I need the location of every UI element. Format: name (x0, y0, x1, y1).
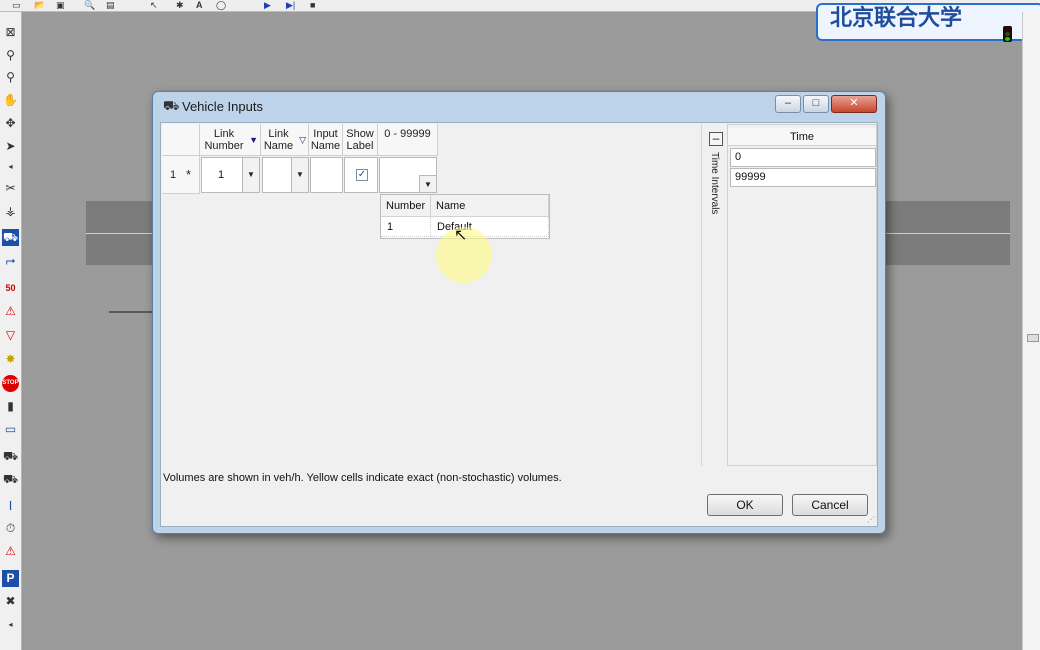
filter-icon[interactable]: ▽ (299, 134, 306, 146)
zoom-query-icon[interactable]: ⚲ (2, 69, 19, 86)
signal-head-icon[interactable]: ▮ (2, 398, 19, 415)
travel-time-icon[interactable]: Ⅰ (2, 498, 19, 515)
detector-icon[interactable]: ▭ (2, 421, 19, 438)
col-link-name[interactable]: Link Name ▽ (261, 124, 309, 156)
mouse-cursor-icon: ↖ (454, 227, 468, 244)
collapse-button[interactable]: – (709, 132, 723, 146)
time-value-end[interactable]: 99999 (730, 168, 876, 187)
time-intervals-label: Time Intervals (709, 152, 720, 215)
show-label-checkbox[interactable]: ✓ (356, 169, 368, 181)
node-icon[interactable]: ⚠ (2, 543, 19, 560)
right-scrollbar[interactable] (1022, 12, 1040, 650)
close-button[interactable]: ✕ (831, 95, 877, 113)
chevron-down-icon[interactable]: ▼ (419, 175, 436, 192)
link-tool-icon[interactable]: ✂ (2, 180, 19, 197)
col-input-name[interactable]: Input Name (309, 124, 343, 156)
maximize-button[interactable]: □ (803, 95, 829, 113)
resize-grip-icon[interactable]: ⋰ (867, 515, 875, 524)
open-icon[interactable]: 📂 (34, 0, 45, 10)
dialog-client: Link Number ▼ Link Name ▽ Input Name Sho… (160, 122, 878, 527)
settings-tool-icon[interactable]: ✱ (176, 0, 184, 10)
print-preview-icon[interactable]: 🔍 (84, 0, 95, 10)
status-text: Volumes are shown in veh/h. Yellow cells… (163, 472, 562, 484)
play-icon[interactable]: ▶ (264, 0, 271, 10)
rotate-icon[interactable]: ◯ (216, 0, 226, 10)
col-link-number[interactable]: Link Number ▼ (200, 124, 261, 156)
transit-line-icon[interactable]: ⛟ (2, 471, 19, 488)
time-value-start[interactable]: 0 (730, 148, 876, 167)
minimize-button[interactable]: – (775, 95, 801, 113)
time-intervals-panel: Time 0 99999 (727, 124, 877, 466)
col-show-label[interactable]: Show Label (343, 124, 378, 156)
links-icon[interactable]: ➤ (2, 138, 19, 155)
chevron-down-icon[interactable]: ▼ (291, 158, 308, 192)
yield-icon[interactable]: ▽ (2, 327, 19, 344)
time-header: Time (728, 128, 876, 146)
left-toolbar: ⊠ ⚲ ⚲ ✋ ✥ ➤ ◂ ✂ ⚶ ⛟ ⮣ 50 ⚠ ▽ ✸ STOP ▮ ▭ … (0, 12, 22, 650)
arrow-small-icon[interactable]: ◂ (2, 158, 19, 175)
rotate3d-icon[interactable]: ✥ (2, 115, 19, 132)
popup-header-number: Number (381, 195, 431, 217)
connector-icon[interactable]: ⚶ (2, 203, 19, 220)
step-icon[interactable]: ▶| (286, 0, 295, 10)
routes-icon[interactable]: ⮣ (2, 252, 19, 269)
vehicle-inputs-grid: Link Number ▼ Link Name ▽ Input Name Sho… (162, 124, 702, 466)
popup-number[interactable]: 1 (381, 217, 431, 237)
cross-icon[interactable]: ✖ (2, 593, 19, 610)
link-name-cell[interactable]: ▼ (262, 157, 309, 193)
scroll-thumb[interactable] (1027, 334, 1039, 342)
warning-icon[interactable]: ⚠ (2, 303, 19, 320)
save-icon[interactable]: ▣ (56, 0, 65, 10)
arrow-small-icon[interactable]: ◂ (2, 616, 19, 633)
priority-icon[interactable]: ✸ (2, 351, 19, 368)
network-icon[interactable]: ⊠ (2, 24, 19, 41)
dialog-title: Vehicle Inputs (182, 99, 263, 114)
row-header-corner (162, 124, 200, 156)
row-header[interactable]: 1 * (162, 156, 200, 194)
transit-stop-icon[interactable]: ⛟ (2, 448, 19, 465)
col-volume-interval[interactable]: 0 - 99999 (378, 124, 438, 156)
link-number-cell[interactable]: 1 ▼ (201, 157, 260, 193)
vehicle-inputs-dialog: ⛟ Vehicle Inputs – □ ✕ Link Number ▼ Lin… (152, 91, 886, 534)
traffic-light-icon (1003, 26, 1012, 42)
link-line (109, 311, 155, 313)
zoom-icon[interactable]: ⚲ (2, 47, 19, 64)
lane-divider-right (885, 233, 1010, 234)
show-label-cell: ✓ (344, 157, 378, 193)
print-icon[interactable]: ▤ (106, 0, 115, 10)
speed-50-icon[interactable]: 50 (2, 280, 19, 297)
pan-icon[interactable]: ✋ (2, 92, 19, 109)
time-intervals-side: – Time Intervals (709, 124, 727, 466)
vehicle-inputs-icon: ⛟ (163, 98, 180, 113)
stop-icon[interactable]: ■ (310, 0, 315, 10)
filter-active-icon[interactable]: ▼ (249, 134, 258, 146)
volume-cell[interactable]: ▼ (379, 157, 437, 193)
new-row-icon: * (186, 167, 192, 182)
chevron-down-icon[interactable]: ▼ (242, 158, 259, 192)
select-icon[interactable]: ↖ (150, 0, 158, 10)
popup-header-name: Name (431, 195, 549, 217)
parking-icon[interactable]: P (2, 570, 19, 587)
input-name-cell[interactable] (310, 157, 343, 193)
new-icon[interactable]: ▭ (12, 0, 21, 10)
stop-sign-icon[interactable]: STOP (2, 375, 19, 392)
vehicle-input-icon[interactable]: ⛟ (2, 229, 19, 246)
cancel-button[interactable]: Cancel (792, 494, 868, 516)
queue-counter-icon[interactable]: ⏱ (2, 520, 19, 537)
lane-divider-left (86, 233, 156, 234)
ok-button[interactable]: OK (707, 494, 783, 516)
text-icon[interactable]: A (196, 0, 203, 10)
